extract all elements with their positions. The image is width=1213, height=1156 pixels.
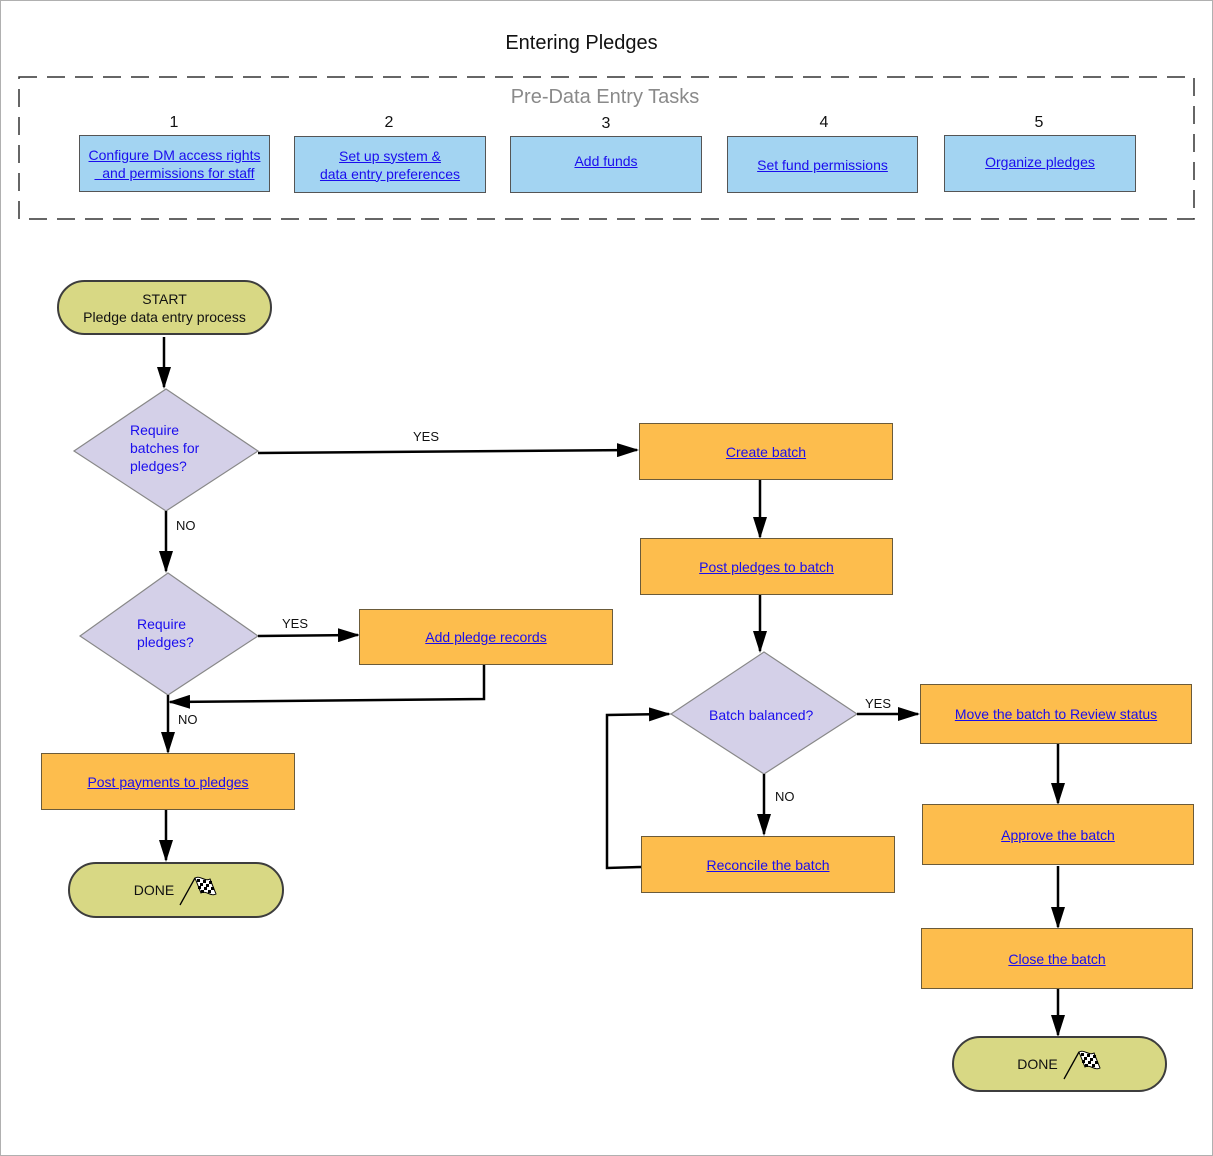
task-organize-pledges-link[interactable]: Organize pledges (985, 153, 1095, 171)
diagram-title: Entering Pledges (505, 32, 658, 54)
task-configure-access: Configure DM access rights and permissio… (79, 135, 270, 192)
decision-pledges: Require pledges? (137, 615, 194, 651)
process-post-pledges: Post pledges to batch (640, 538, 893, 595)
task-add-funds-link[interactable]: Add funds (574, 152, 637, 170)
label-yes-balanced: YES (865, 696, 892, 711)
task-line: and permissions for staff (102, 164, 255, 181)
task-system-preferences: Set up system & data entry preferences (294, 136, 486, 193)
task-system-preferences-link[interactable]: Set up system & data entry preferences (320, 147, 460, 183)
task-fund-permissions-link[interactable]: Set fund permissions (757, 156, 888, 174)
process-add-pledge-records: Add pledge records (359, 609, 613, 665)
done-label: DONE (133, 882, 175, 898)
create-batch-link[interactable]: Create batch (726, 443, 806, 461)
pre-tasks-heading: Pre-Data Entry Tasks (510, 86, 700, 108)
process-create-batch: Create batch (639, 423, 893, 480)
task-number-2: 2 (384, 114, 394, 131)
decision-batches: Require batches for pledges? (130, 421, 199, 475)
post-pledges-link[interactable]: Post pledges to batch (699, 558, 834, 576)
checkered-flag-icon (1063, 1050, 1101, 1080)
process-approve: Approve the batch (922, 804, 1194, 865)
close-link[interactable]: Close the batch (1008, 950, 1105, 968)
task-organize-pledges: Organize pledges (944, 135, 1136, 192)
process-post-payments: Post payments to pledges (41, 753, 295, 810)
start-terminal: START Pledge data entry process (57, 280, 272, 335)
decision-balanced: Batch balanced? (709, 707, 814, 723)
task-configure-access-link[interactable]: Configure DM access rights and permissio… (89, 146, 261, 182)
label-no-balanced: NO (775, 789, 795, 804)
task-fund-permissions: Set fund permissions (727, 136, 918, 193)
task-line: Configure DM access rights (88, 146, 261, 163)
task-add-funds: Add funds (510, 136, 702, 193)
label-no-batches: NO (176, 518, 196, 533)
task-line: Set up system & (339, 147, 441, 164)
reconcile-link[interactable]: Reconcile the batch (707, 856, 830, 874)
start-description: Pledge data entry process (83, 308, 246, 325)
task-number-3: 3 (601, 115, 611, 132)
process-close: Close the batch (921, 928, 1193, 989)
decision-line: pledges? (137, 634, 194, 650)
decision-line: Require (130, 422, 180, 438)
done-terminal-left: DONE (68, 862, 284, 918)
process-reconcile: Reconcile the batch (641, 836, 895, 893)
done-label: DONE (1017, 1056, 1058, 1072)
decision-line: batches for (130, 440, 200, 456)
task-number-5: 5 (1034, 114, 1044, 131)
add-pledge-records-link[interactable]: Add pledge records (425, 628, 546, 646)
label-yes-batches: YES (413, 429, 440, 444)
decision-line: pledges? (130, 458, 187, 474)
label-no-pledges: NO (178, 712, 198, 727)
checkered-flag-icon (179, 876, 217, 906)
decision-line: Require (137, 616, 187, 632)
label-yes-pledges: YES (282, 616, 309, 631)
post-payments-link[interactable]: Post payments to pledges (87, 773, 248, 791)
move-review-link[interactable]: Move the batch to Review status (955, 705, 1157, 723)
approve-link[interactable]: Approve the batch (1001, 826, 1115, 844)
task-number-1: 1 (169, 114, 179, 131)
done-terminal-right: DONE (952, 1036, 1167, 1092)
start-label: START (142, 290, 187, 307)
process-move-review: Move the batch to Review status (920, 684, 1192, 744)
task-number-4: 4 (819, 114, 829, 131)
task-line: data entry preferences (319, 165, 461, 182)
